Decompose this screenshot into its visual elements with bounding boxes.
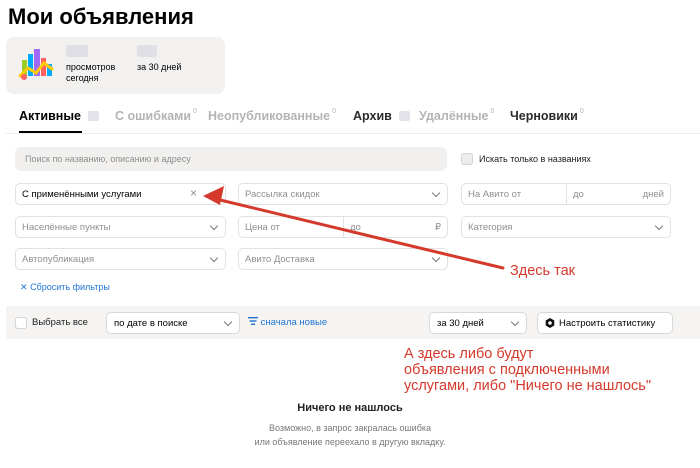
annotation-note-line2: объявления с подключенными [404,362,610,378]
annotation-arrow [203,186,505,270]
annotation-note-line1: А здесь либо будут [404,346,534,362]
annotation-arrow-label: Здесь так [510,263,576,279]
annotation-note-line3: услугами, либо "Ничего не нашлось" [404,378,652,394]
